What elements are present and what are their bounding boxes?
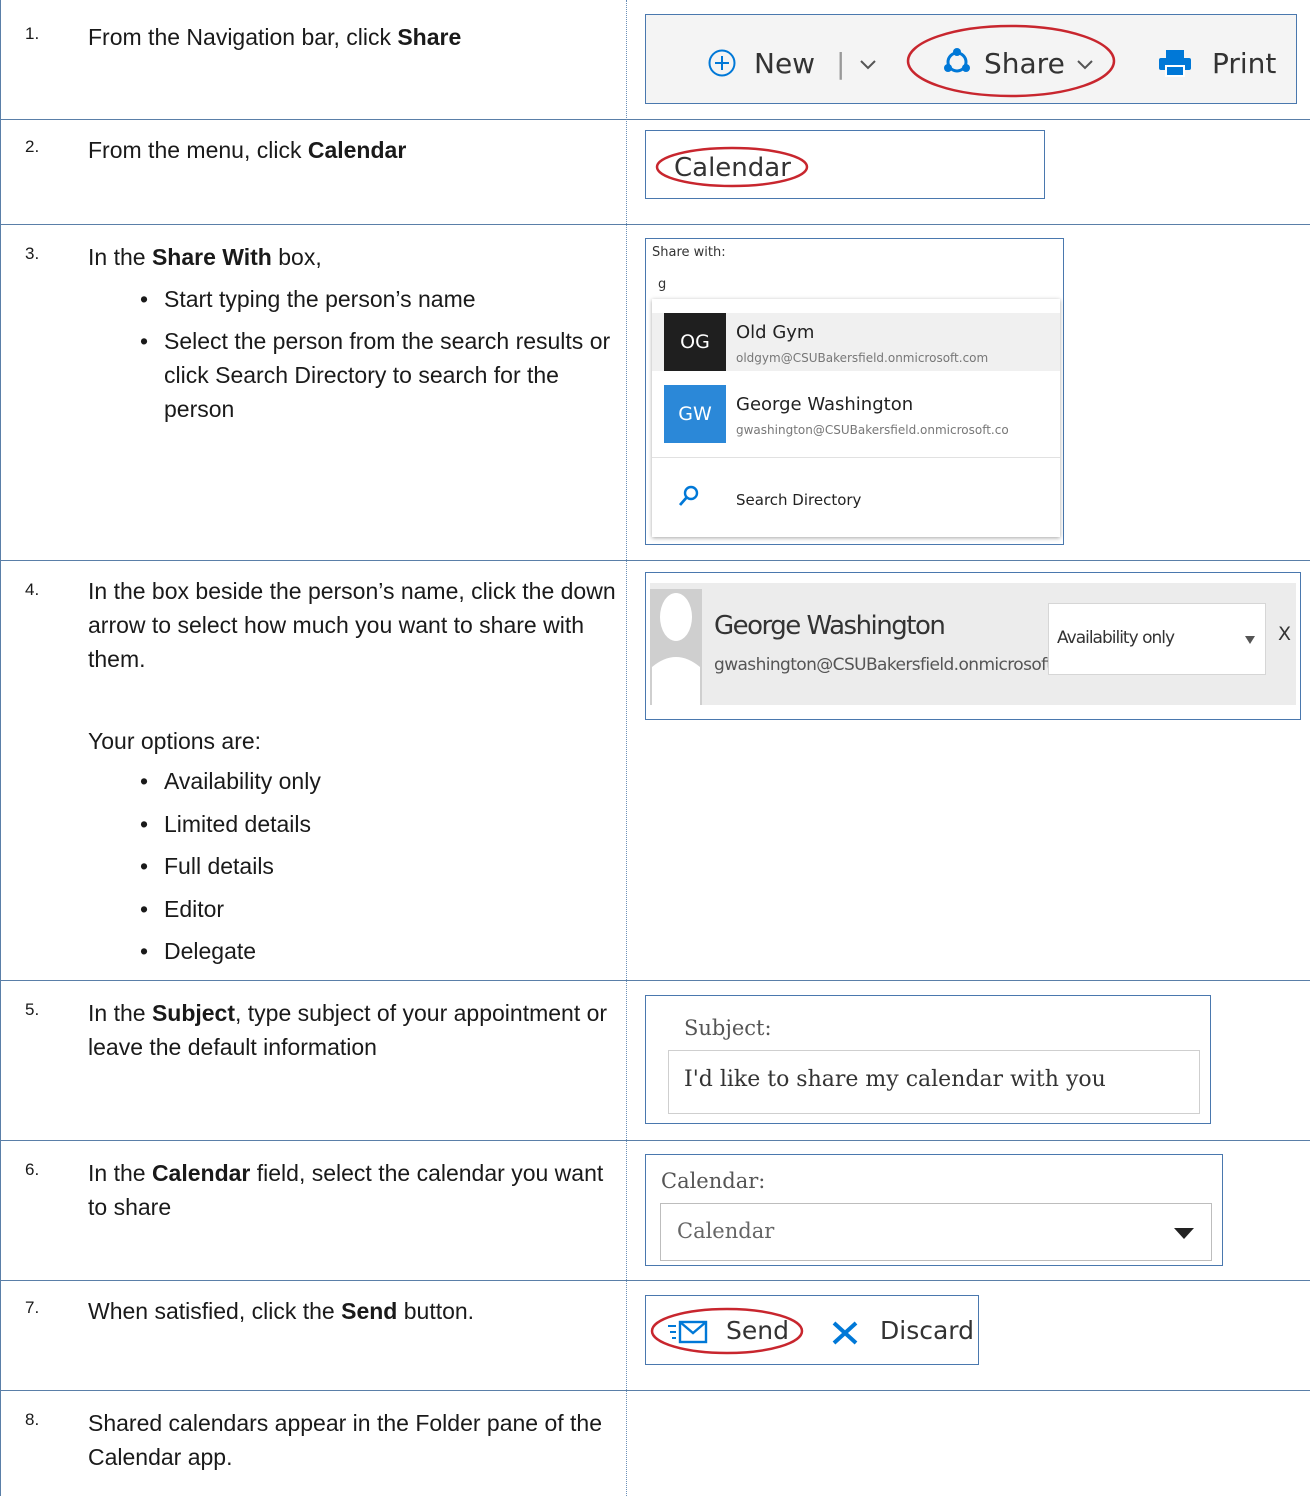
step-row-8: 8. Shared calendars appear in the Folder…	[0, 1390, 1310, 1496]
step-number: 1.	[25, 24, 40, 43]
step-number: 8.	[25, 1410, 40, 1429]
navigation-bar-screenshot: New | Share Print	[645, 14, 1297, 104]
step-instruction: Shared calendars appear in the Folder pa…	[88, 1410, 603, 1470]
chevron-down-icon[interactable]	[859, 59, 877, 71]
calendar-label: Calendar:	[661, 1169, 766, 1193]
bullet-list: Start typing the person’s name Select th…	[88, 282, 618, 426]
close-icon	[832, 1321, 858, 1345]
share-menu-screenshot: Calendar	[645, 130, 1045, 199]
step-instruction: When satisfied, click the Send button.	[88, 1298, 475, 1324]
toolbar-separator: |	[836, 47, 846, 80]
subject-field-screenshot: Subject: I'd like to share my calendar w…	[645, 995, 1211, 1124]
share-with-label: Share with:	[652, 245, 726, 260]
avatar-initials: GW	[678, 403, 712, 425]
calendar-field-screenshot: Calendar: Calendar	[645, 1154, 1223, 1266]
step-instruction: From the Navigation bar, click Share	[88, 24, 462, 50]
subject-input[interactable]: I'd like to share my calendar with you	[668, 1050, 1200, 1114]
step-number: 3.	[25, 244, 40, 263]
step-text: In the box beside the person’s name, cli…	[88, 578, 616, 672]
calendar-value: Calendar	[677, 1219, 775, 1243]
add-circle-icon[interactable]	[708, 49, 736, 77]
list-item: Availability only	[140, 760, 618, 803]
subject-label: Subject:	[684, 1016, 772, 1040]
permission-value: Availability only	[1057, 628, 1175, 648]
step-row-2: 2. From the menu, click Calendar Calenda…	[0, 119, 1310, 224]
search-directory-link[interactable]: Search Directory	[736, 491, 861, 509]
printer-icon	[1159, 50, 1191, 77]
new-button[interactable]: New	[754, 47, 815, 80]
subject-value: I'd like to share my calendar with you	[684, 1067, 1106, 1092]
person-name: George Washington	[714, 611, 946, 641]
options-list: Availability only Limited details Full d…	[88, 760, 618, 973]
step-number: 2.	[25, 137, 40, 156]
menu-item-calendar[interactable]: Calendar	[674, 153, 791, 183]
step-instruction: From the menu, click Calendar	[88, 137, 407, 163]
send-bar-screenshot: Send Discard	[645, 1295, 979, 1365]
list-item: Start typing the person’s name	[140, 282, 618, 316]
list-item: Delegate	[140, 930, 618, 973]
discard-button[interactable]: Discard	[880, 1316, 974, 1345]
step-instruction: In the Calendar field, select the calend…	[88, 1160, 604, 1220]
person-placeholder-icon	[650, 589, 702, 705]
person-email: gwashington@CSUBakersfield.onmicrosoft.c…	[714, 655, 1092, 675]
dropdown-arrow-icon[interactable]	[1174, 1228, 1194, 1239]
share-with-input[interactable]: g	[658, 277, 666, 292]
step-row-5: 5. In the Subject, type subject of your …	[0, 980, 1310, 1140]
step-instruction: In the box beside the person’s name, cli…	[88, 574, 618, 973]
step-number: 4.	[25, 580, 40, 599]
divider	[652, 457, 1060, 458]
step-number: 5.	[25, 1000, 40, 1019]
step-instruction: In the Share With box, Start typing the …	[88, 240, 618, 426]
search-results-dropdown: OG Old Gym oldgym@CSUBakersfield.onmicro…	[652, 299, 1060, 537]
step-row-1: 1. From the Navigation bar, click Share …	[0, 0, 1310, 119]
highlight-circle	[906, 24, 1116, 98]
list-item: Select the person from the search result…	[140, 324, 618, 426]
options-intro: Your options are:	[88, 728, 262, 754]
print-button[interactable]: Print	[1212, 47, 1276, 80]
send-button[interactable]: Send	[726, 1316, 789, 1345]
send-mail-icon	[668, 1320, 708, 1344]
step-number: 6.	[25, 1160, 40, 1179]
calendar-select[interactable]: Calendar	[660, 1203, 1212, 1261]
person-name: George Washington	[736, 394, 914, 415]
step-row-3: 3. In the Share With box, Start typing t…	[0, 224, 1310, 560]
share-with-screenshot: Share with: g OG Old Gym oldgym@CSUBaker…	[645, 238, 1064, 545]
step-instruction: In the Subject, type subject of your app…	[88, 1000, 608, 1060]
permission-row: George Washington gwashington@CSUBakersf…	[650, 583, 1296, 705]
step-row-6: 6. In the Calendar field, select the cal…	[0, 1140, 1310, 1280]
list-item: Limited details	[140, 803, 618, 846]
search-icon	[678, 485, 699, 506]
person-name: Old Gym	[736, 322, 815, 343]
list-item[interactable]: GW George Washington gwashington@CSUBake…	[652, 385, 1060, 443]
list-item: Full details	[140, 845, 618, 888]
person-email: gwashington@CSUBakersfield.onmicrosoft.c…	[736, 423, 1009, 437]
person-email: oldgym@CSUBakersfield.onmicrosoft.com	[736, 351, 989, 365]
permission-row-screenshot: George Washington gwashington@CSUBakersf…	[645, 572, 1301, 720]
avatar-initials: OG	[680, 331, 710, 353]
dropdown-arrow-icon[interactable]	[1245, 636, 1255, 644]
step-row-4: 4. In the box beside the person’s name, …	[0, 560, 1310, 980]
list-item[interactable]: OG Old Gym oldgym@CSUBakersfield.onmicro…	[652, 313, 1060, 371]
remove-button[interactable]: X	[1278, 623, 1291, 645]
list-item: Editor	[140, 888, 618, 931]
permission-select[interactable]: Availability only	[1048, 603, 1266, 675]
step-number: 7.	[25, 1298, 40, 1317]
step-row-7: 7. When satisfied, click the Send button…	[0, 1280, 1310, 1390]
